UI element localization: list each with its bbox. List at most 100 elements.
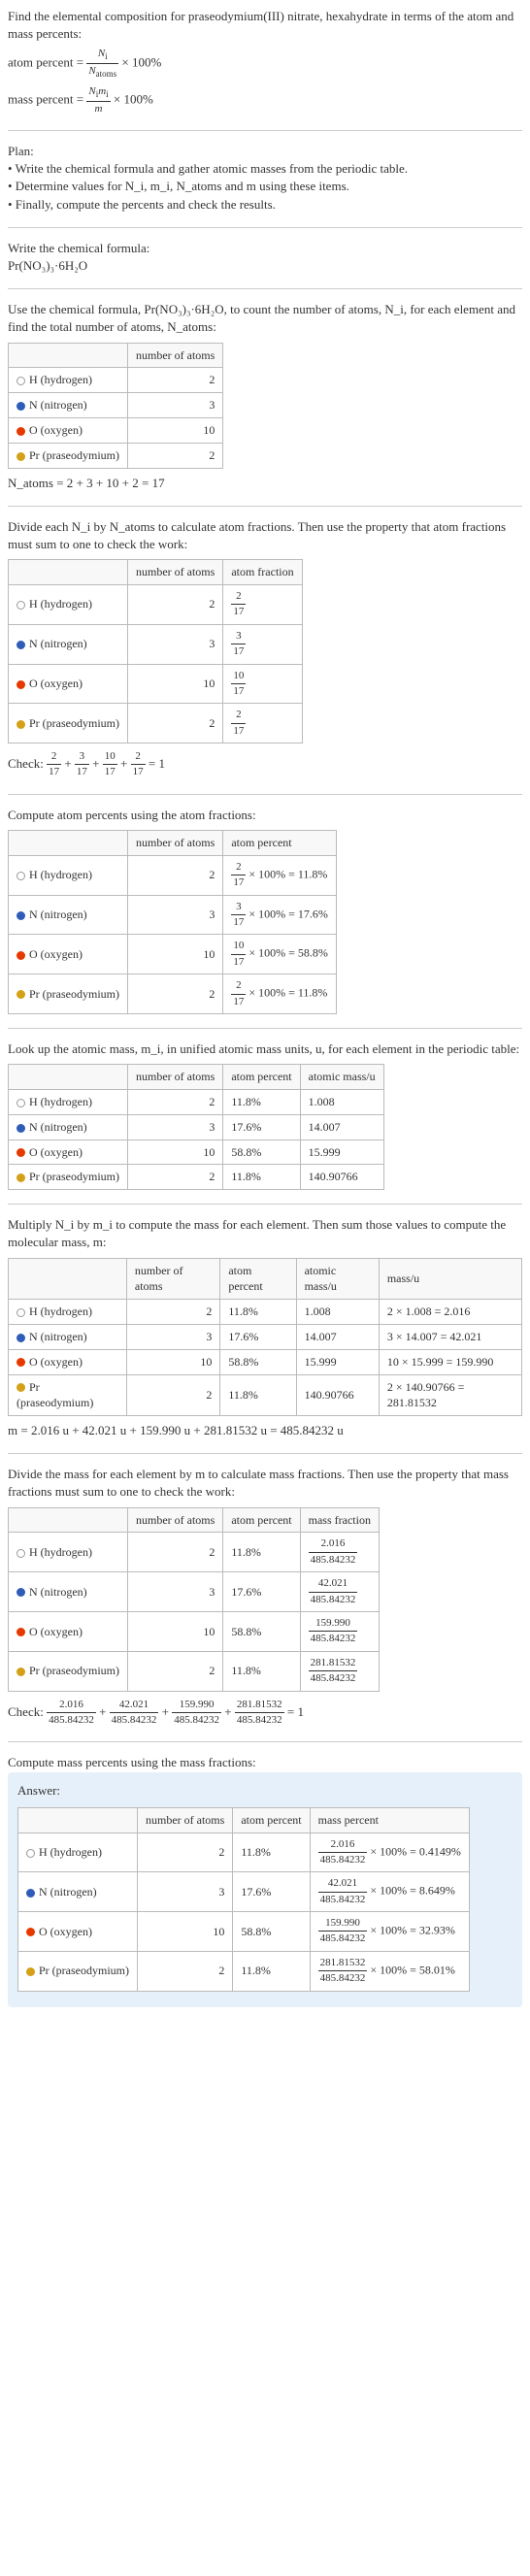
table-row: O (oxygen)101017 × 100% = 58.8% — [9, 935, 337, 974]
mass-fractions-section: Divide the mass for each element by m to… — [8, 1466, 522, 1728]
mass-percents-table: number of atomsatom percentmass percent … — [17, 1807, 470, 1992]
section-heading: Multiply N_i by m_i to compute the mass … — [8, 1216, 522, 1251]
plan-bullet: • Determine values for N_i, m_i, N_atoms… — [8, 178, 522, 195]
element-dot-icon — [17, 1334, 25, 1342]
divider — [8, 506, 522, 507]
element-dot-icon — [26, 1928, 35, 1936]
mass-percents-section: Compute mass percents using the mass fra… — [8, 1754, 522, 2006]
table-row: H (hydrogen)2 — [9, 368, 223, 393]
intro: Find the elemental composition for prase… — [8, 8, 522, 116]
element-dot-icon — [17, 1588, 25, 1597]
table-row: O (oxygen)1058.8%15.99910 × 15.999 = 159… — [9, 1349, 522, 1374]
table-row: Pr (praseodymium)2 — [9, 443, 223, 468]
col-header: number of atoms — [127, 343, 222, 368]
mass-fractions-table: number of atomsatom percentmass fraction… — [8, 1507, 380, 1692]
table-row: N (nitrogen)3317 × 100% = 17.6% — [9, 895, 337, 935]
divider — [8, 1028, 522, 1029]
element-dot-icon — [17, 377, 25, 385]
atomic-mass-table: number of atomsatom percentatomic mass/u… — [8, 1064, 384, 1190]
element-dot-icon — [17, 990, 25, 999]
element-dot-icon — [17, 1668, 25, 1676]
element-dot-icon — [26, 1889, 35, 1898]
section-heading: Compute mass percents using the mass fra… — [8, 1754, 522, 1771]
natoms-total: N_atoms = 2 + 3 + 10 + 2 = 17 — [8, 475, 522, 492]
table-row: H (hydrogen)2217 — [9, 584, 303, 624]
chemical-formula: Pr(NO₃)₃·6H₂O — [8, 257, 522, 275]
element-dot-icon — [17, 872, 25, 880]
mass-percent-formula: mass percent = Nimim × 100% — [8, 84, 522, 116]
section-heading: Divide each N_i by N_atoms to calculate … — [8, 518, 522, 553]
table-row: N (nitrogen)3 — [9, 393, 223, 418]
table-row: N (nitrogen)317.6%42.021485.84232 × 100%… — [18, 1872, 470, 1912]
atom-fractions-table: number of atomsatom fraction H (hydrogen… — [8, 559, 303, 743]
element-dot-icon — [17, 427, 25, 436]
mass-fraction-check: Check: 2.016485.84232 + 42.021485.84232 … — [8, 1698, 522, 1729]
count-atoms-section: Use the chemical formula, Pr(NO₃)₃·6H₂O,… — [8, 301, 522, 492]
table-row: Pr (praseodymium)211.8%281.81532485.8423… — [9, 1651, 380, 1691]
plan: Plan: • Write the chemical formula and g… — [8, 143, 522, 214]
answer-box: Answer: number of atomsatom percentmass … — [8, 1772, 522, 2007]
frac-icon: NiNatoms — [86, 47, 118, 81]
table-row: O (oxygen)10 — [9, 418, 223, 444]
table-row: Pr (praseodymium)211.8%140.90766 — [9, 1165, 384, 1190]
divider — [8, 130, 522, 131]
frac-icon: Nimim — [86, 84, 110, 116]
molecular-mass-table: number of atomsatom percentatomic mass/u… — [8, 1258, 522, 1417]
element-dot-icon — [26, 1849, 35, 1858]
divider — [8, 1204, 522, 1205]
table-row: H (hydrogen)2217 × 100% = 11.8% — [9, 855, 337, 895]
atom-percent-formula: atom percent = NiNatoms × 100% — [8, 47, 522, 81]
table-row: O (oxygen)1058.8%15.999 — [9, 1139, 384, 1165]
element-dot-icon — [17, 452, 25, 461]
divider — [8, 1741, 522, 1742]
plan-heading: Plan: — [8, 143, 522, 160]
section-heading: Use the chemical formula, Pr(NO₃)₃·6H₂O,… — [8, 301, 522, 336]
plan-bullet: • Finally, compute the percents and chec… — [8, 196, 522, 214]
element-dot-icon — [17, 1308, 25, 1317]
element-dot-icon — [17, 1124, 25, 1133]
intro-title: Find the elemental composition for prase… — [8, 8, 522, 43]
atomic-mass-section: Look up the atomic mass, m_i, in unified… — [8, 1040, 522, 1190]
element-dot-icon — [17, 1358, 25, 1367]
table-row: O (oxygen)1058.8%159.990485.84232 × 100%… — [18, 1912, 470, 1952]
divider — [8, 794, 522, 795]
chemical-formula-section: Write the chemical formula: Pr(NO₃)₃·6H₂… — [8, 240, 522, 275]
element-dot-icon — [17, 951, 25, 960]
element-dot-icon — [17, 641, 25, 649]
table-row: Pr (praseodymium)2217 — [9, 704, 303, 743]
plan-bullet: • Write the chemical formula and gather … — [8, 160, 522, 178]
table-row: H (hydrogen)211.8%2.016485.84232 × 100% … — [18, 1833, 470, 1872]
atom-fractions-section: Divide each N_i by N_atoms to calculate … — [8, 518, 522, 780]
table-row: N (nitrogen)317.6%14.007 — [9, 1114, 384, 1139]
table-row: H (hydrogen)211.8%2.016485.84232 — [9, 1533, 380, 1572]
divider — [8, 1453, 522, 1454]
element-dot-icon — [17, 601, 25, 610]
table-row: Pr (praseodymium)211.8%281.81532485.8423… — [18, 1951, 470, 1991]
table-row: N (nitrogen)317.6%42.021485.84232 — [9, 1572, 380, 1612]
table-row: O (oxygen)101017 — [9, 664, 303, 704]
element-dot-icon — [17, 1628, 25, 1636]
atom-percents-table: number of atomsatom percent H (hydrogen)… — [8, 830, 337, 1014]
count-atoms-table: number of atoms H (hydrogen)2 N (nitroge… — [8, 343, 223, 469]
element-dot-icon — [17, 911, 25, 920]
molecular-mass-total: m = 2.016 u + 42.021 u + 159.990 u + 281… — [8, 1422, 522, 1439]
molecular-mass-section: Multiply N_i by m_i to compute the mass … — [8, 1216, 522, 1439]
section-heading: Write the chemical formula: — [8, 240, 522, 257]
table-row: Pr (praseodymium)211.8%140.907662 × 140.… — [9, 1374, 522, 1416]
atom-percents-section: Compute atom percents using the atom fra… — [8, 807, 522, 1014]
divider — [8, 227, 522, 228]
section-heading: Look up the atomic mass, m_i, in unified… — [8, 1040, 522, 1058]
element-dot-icon — [17, 720, 25, 729]
element-dot-icon — [17, 1099, 25, 1107]
table-row: Pr (praseodymium)2217 × 100% = 11.8% — [9, 974, 337, 1014]
element-dot-icon — [17, 1549, 25, 1558]
section-heading: Divide the mass for each element by m to… — [8, 1466, 522, 1501]
element-dot-icon — [17, 680, 25, 689]
section-heading: Compute atom percents using the atom fra… — [8, 807, 522, 824]
atom-fraction-check: Check: 217 + 317 + 1017 + 217 = 1 — [8, 749, 522, 780]
element-dot-icon — [17, 402, 25, 411]
element-dot-icon — [17, 1173, 25, 1182]
table-row: H (hydrogen)211.8%1.0082 × 1.008 = 2.016 — [9, 1300, 522, 1325]
table-row: N (nitrogen)3317 — [9, 624, 303, 664]
table-row: H (hydrogen)211.8%1.008 — [9, 1089, 384, 1114]
